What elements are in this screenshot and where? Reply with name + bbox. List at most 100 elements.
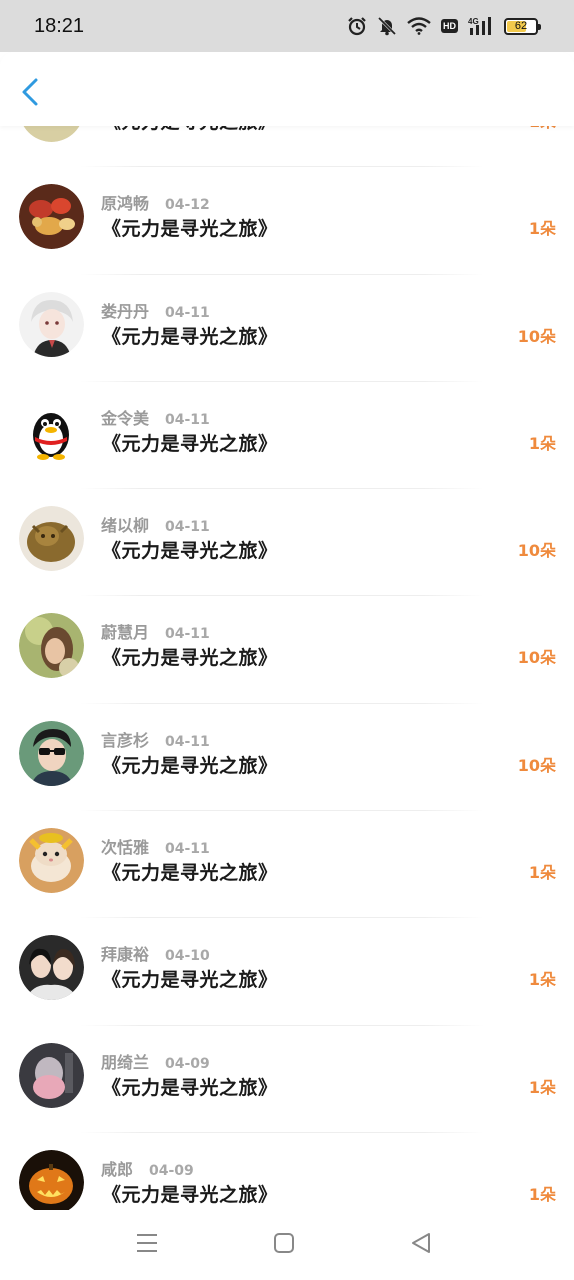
book-title: 《元力是寻光之旅》 xyxy=(102,540,278,563)
user-name[interactable]: 金令美 xyxy=(101,405,149,429)
avatar[interactable] xyxy=(19,720,84,786)
gift-record-list-inner: 《元力是寻光之旅》1朵原鸿畅04-12《元力是寻光之旅》1朵娄丹丹04-11《元… xyxy=(0,126,574,1210)
user-name[interactable]: 次恬雅 xyxy=(101,834,149,858)
name-line: 言彦杉 04-11 xyxy=(101,727,210,751)
avatar-image xyxy=(19,291,84,357)
avatar[interactable] xyxy=(19,1149,84,1210)
user-name[interactable]: 言彦杉 xyxy=(101,727,149,751)
avatar-image xyxy=(19,935,84,1001)
gift-amount: 1朵 xyxy=(528,970,556,990)
avatar-image xyxy=(19,828,84,894)
list-item[interactable]: 原鸿畅 04-12 《元力是寻光之旅》 1朵 xyxy=(0,167,574,275)
system-nav-bar xyxy=(0,1210,574,1280)
list-item[interactable]: 次恬雅 04-11 《元力是寻光之旅》 1朵 xyxy=(0,811,574,919)
gift-amount: 1朵 xyxy=(528,219,556,239)
avatar[interactable] xyxy=(19,184,84,250)
avatar-image xyxy=(19,613,84,679)
menu-icon[interactable] xyxy=(136,1232,158,1254)
book-title: 《元力是寻光之旅》 xyxy=(102,218,278,241)
list-item[interactable]: 言彦杉 04-11 《元力是寻光之旅》 10朵 xyxy=(0,704,574,812)
bell-muted-icon xyxy=(377,16,397,36)
name-line: 绪以柳 04-11 xyxy=(101,512,210,536)
back-button[interactable] xyxy=(18,76,46,108)
status-time: 18:21 xyxy=(34,14,85,37)
list-item[interactable]: 朋绮兰 04-09 《元力是寻光之旅》 1朵 xyxy=(0,1026,574,1134)
gift-amount: 10朵 xyxy=(517,326,556,346)
record-date: 04-09 xyxy=(149,1162,194,1179)
avatar[interactable] xyxy=(19,506,84,572)
status-bar: 18:21 HD 4G 62 xyxy=(0,0,574,52)
gift-amount: 1朵 xyxy=(528,433,556,453)
avatar-image xyxy=(19,398,84,464)
record-date: 04-11 xyxy=(165,519,210,536)
back-triangle-icon[interactable] xyxy=(410,1232,432,1254)
avatar[interactable] xyxy=(19,613,84,679)
avatar-image xyxy=(19,1042,84,1108)
avatar[interactable] xyxy=(19,126,84,142)
signal-icon: 4G xyxy=(468,17,491,35)
avatar-image xyxy=(19,184,84,250)
gift-amount: 10朵 xyxy=(517,648,556,668)
book-title: 《元力是寻光之旅》 xyxy=(102,1076,278,1099)
list-item[interactable]: 金令美 04-11 《元力是寻光之旅》 1朵 xyxy=(0,382,574,490)
user-name[interactable]: 拜康裕 xyxy=(101,941,149,965)
record-date: 04-11 xyxy=(165,626,210,643)
record-date: 04-11 xyxy=(165,841,210,858)
user-name[interactable]: 蔚慧月 xyxy=(101,619,149,643)
avatar-image xyxy=(23,126,80,142)
avatar[interactable] xyxy=(19,291,84,357)
name-line: 朋绮兰 04-09 xyxy=(101,1049,210,1073)
avatar[interactable] xyxy=(19,1042,84,1108)
home-icon[interactable] xyxy=(273,1232,295,1254)
avatar-image xyxy=(19,1149,84,1210)
user-name[interactable]: 咸郎 xyxy=(101,1156,133,1180)
name-line: 拜康裕 04-10 xyxy=(101,941,210,965)
record-date: 04-11 xyxy=(165,411,210,428)
list-item[interactable]: 蔚慧月 04-11 《元力是寻光之旅》 10朵 xyxy=(0,596,574,705)
name-line: 原鸿畅 04-12 xyxy=(101,190,210,214)
battery-level: 62 xyxy=(514,20,528,32)
alarm-icon xyxy=(348,17,366,36)
user-name[interactable]: 朋绮兰 xyxy=(101,1049,149,1073)
name-line: 娄丹丹 04-11 xyxy=(101,298,210,322)
record-date: 04-11 xyxy=(165,304,210,321)
list-item[interactable]: 娄丹丹 04-11 《元力是寻光之旅》 10朵 xyxy=(0,275,574,383)
book-title: 《元力是寻光之旅》 xyxy=(102,647,278,670)
list-item[interactable]: 拜康裕 04-10 《元力是寻光之旅》 1朵 xyxy=(0,918,574,1026)
gift-amount: 10朵 xyxy=(517,755,556,775)
book-title: 《元力是寻光之旅》 xyxy=(102,126,278,134)
battery-tip xyxy=(538,23,541,30)
avatar-image xyxy=(19,506,84,572)
name-line: 金令美 04-11 xyxy=(101,405,210,429)
avatar[interactable] xyxy=(19,398,84,464)
book-title: 《元力是寻光之旅》 xyxy=(102,1183,278,1206)
name-line: 次恬雅 04-11 xyxy=(101,834,210,858)
list-item[interactable]: 绪以柳 04-11 《元力是寻光之旅》 10朵 xyxy=(0,489,574,597)
battery-icon: 62 xyxy=(504,17,541,35)
book-title: 《元力是寻光之旅》 xyxy=(102,325,278,348)
name-line: 咸郎 04-09 xyxy=(101,1156,194,1180)
screen: 18:21 HD 4G 62 原鸿畅 04-12 《元力是寻光之旅》 1朵 娄丹… xyxy=(0,0,574,1280)
wifi-icon xyxy=(407,17,431,35)
record-date: 04-11 xyxy=(165,733,210,750)
record-date: 04-12 xyxy=(165,197,210,214)
gift-amount: 1朵 xyxy=(528,1184,556,1204)
gift-record-list[interactable]: 《元力是寻光之旅》1朵原鸿畅04-12《元力是寻光之旅》1朵娄丹丹04-11《元… xyxy=(0,126,574,1210)
record-date: 04-10 xyxy=(165,948,210,965)
network-label: 4G xyxy=(468,17,479,26)
record-date: 04-09 xyxy=(165,1055,210,1072)
book-title: 《元力是寻光之旅》 xyxy=(102,432,278,455)
list-item[interactable]: 咸郎 04-09 《元力是寻光之旅》 1朵 xyxy=(0,1133,574,1210)
user-name[interactable]: 绪以柳 xyxy=(101,512,149,536)
book-title: 《元力是寻光之旅》 xyxy=(102,969,278,992)
user-name[interactable]: 原鸿畅 xyxy=(101,190,149,214)
hd-icon: HD xyxy=(441,19,458,33)
user-name[interactable]: 娄丹丹 xyxy=(101,298,149,322)
avatar[interactable] xyxy=(19,935,84,1001)
avatar[interactable] xyxy=(19,828,84,894)
avatar-image xyxy=(19,720,84,786)
list-item[interactable]: 《元力是寻光之旅》 1朵 xyxy=(0,126,574,168)
name-line: 蔚慧月 04-11 xyxy=(101,619,210,643)
gift-amount: 1朵 xyxy=(528,1077,556,1097)
chevron-left-icon xyxy=(22,78,38,106)
